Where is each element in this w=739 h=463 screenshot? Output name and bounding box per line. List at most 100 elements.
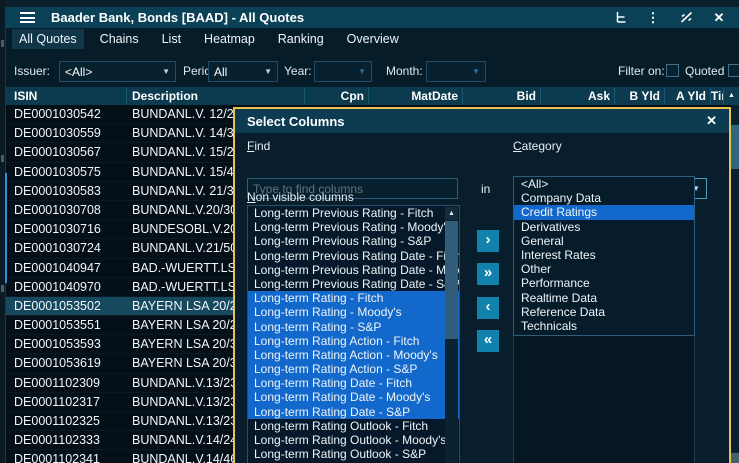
tab-bar: All Quotes Chains List Heatmap Ranking Overvi… xyxy=(6,28,739,50)
list-scrollbar[interactable]: ▲ xyxy=(445,207,458,463)
table-scrollbar[interactable] xyxy=(731,105,739,463)
column-option[interactable]: Long-term Rating Date - S&P xyxy=(248,405,459,419)
column-option[interactable]: Long-term Previous Rating Date - S&P xyxy=(248,277,459,291)
kebab-menu-icon[interactable]: ⋮ xyxy=(645,10,661,26)
unlink-icon[interactable] xyxy=(678,10,694,26)
column-option[interactable]: Long-term Previous Rating - Moody's xyxy=(248,220,459,234)
category-option-company-data[interactable]: Company Data xyxy=(514,191,694,205)
tab-overview[interactable]: Overview xyxy=(340,29,406,49)
column-option[interactable]: Long-term Rating - S&P xyxy=(248,320,459,334)
category-option-realtime-data[interactable]: Realtime Data xyxy=(514,291,694,305)
isin-cell: DE0001053593 xyxy=(14,335,126,354)
isin-cell: DE0001040970 xyxy=(14,278,126,297)
chevron-down-icon: ▼ xyxy=(162,67,170,76)
year-label: Year: xyxy=(284,64,312,78)
scroll-up-icon[interactable]: ▲ xyxy=(723,87,739,105)
dialog-close-icon[interactable]: ✕ xyxy=(706,113,717,129)
column-option[interactable]: Long-term Rating Outlook - Moody's xyxy=(248,433,459,447)
column-option[interactable]: Long-term Rating - Fitch xyxy=(248,291,459,305)
category-option-general[interactable]: General xyxy=(514,234,694,248)
column-option[interactable]: Long-term Rating Date - Moody's xyxy=(248,390,459,404)
background-fragment xyxy=(1,285,4,292)
isin-cell: DE0001030567 xyxy=(14,143,126,162)
table-header: ISIN DescriptionCpnMatDateBidAskB YldA Yl… xyxy=(6,87,739,105)
column-option[interactable]: Long-term Rating Date - Fitch xyxy=(248,376,459,390)
category-option-technicals[interactable]: Technicals xyxy=(514,319,694,333)
isin-cell: DE0001102341 xyxy=(14,450,126,463)
move-right-button[interactable]: › xyxy=(477,230,499,252)
isin-cell: DE0001102333 xyxy=(14,431,126,450)
isin-cell: DE0001102325 xyxy=(14,412,126,431)
category-option-all[interactable]: <All> xyxy=(514,177,694,191)
category-option-credit-ratings[interactable]: Credit Ratings xyxy=(514,205,694,219)
chevron-down-icon: ▼ xyxy=(264,67,272,76)
screen: Baader Bank, Bonds [BAAD] - All Quotes ⋮… xyxy=(0,0,739,463)
isin-cell: DE0001030542 xyxy=(14,105,126,124)
focus-indicator-line xyxy=(5,173,7,283)
list-scrollbar-thumb[interactable] xyxy=(445,221,458,339)
month-dropdown[interactable]: ▼ xyxy=(426,61,486,82)
issuer-label: Issuer: xyxy=(14,64,50,78)
column-option[interactable]: Long-term Previous Rating Date - Moody's xyxy=(248,263,459,277)
column-option[interactable]: Long-term Rating Action - Moody's xyxy=(248,348,459,362)
column-option[interactable]: Long-term Rating Outlook - Fitch xyxy=(248,419,459,433)
tab-chains[interactable]: Chains xyxy=(93,29,146,49)
non-visible-columns-list: Long-term Previous Rating - FitchLong-te… xyxy=(247,205,460,463)
filter-on-label: Filter on: xyxy=(618,64,665,78)
category-option-reference-data[interactable]: Reference Data xyxy=(514,305,694,319)
close-icon[interactable]: ✕ xyxy=(711,10,727,26)
tree-layout-icon[interactable] xyxy=(612,10,628,26)
column-option[interactable]: Long-term Rating Action - Fitch xyxy=(248,334,459,348)
column-header-description[interactable]: Description xyxy=(132,87,305,105)
column-header-b-yld[interactable]: B Yld xyxy=(612,87,665,105)
menu-icon[interactable] xyxy=(20,12,35,23)
column-option[interactable]: Long-term Previous Rating - S&P xyxy=(248,234,459,248)
category-option-performance[interactable]: Performance xyxy=(514,276,694,290)
isin-cell: DE0001102317 xyxy=(14,393,126,412)
column-option[interactable]: Long-term Previous Rating Date - Fitch xyxy=(248,249,459,263)
tab-list[interactable]: List xyxy=(155,29,188,49)
column-header-a-yld[interactable]: A Yld xyxy=(662,87,711,105)
column-header-cpn[interactable]: Cpn xyxy=(306,87,369,105)
visible-columns-list[interactable] xyxy=(513,335,695,463)
column-header-isin[interactable]: ISIN xyxy=(14,87,127,105)
category-label: Category xyxy=(513,139,562,153)
year-dropdown[interactable]: ▼ xyxy=(314,61,372,82)
quoted-checkbox[interactable] xyxy=(728,64,739,77)
dialog-titlebar[interactable]: Select Columns ✕ xyxy=(235,109,729,133)
quoted-label: Quoted xyxy=(685,64,724,78)
tab-ranking[interactable]: Ranking xyxy=(271,29,331,49)
dialog-body: Find in Category Credit Ratings ▼ Non vi… xyxy=(235,133,729,463)
column-option[interactable]: Long-term Rating Action - S&P xyxy=(248,362,459,376)
background-fragment xyxy=(1,40,4,47)
issuer-value: <All> xyxy=(65,65,92,79)
isin-cell: DE0001040947 xyxy=(14,259,126,278)
column-header-ask[interactable]: Ask xyxy=(538,87,615,105)
column-option[interactable]: Long-term Previous Rating - Fitch xyxy=(248,206,459,220)
move-left-button[interactable]: ‹ xyxy=(477,297,499,319)
filter-bar: Issuer: <All> ▼ Period: All ▼ Year: ▼ Mo… xyxy=(6,50,739,87)
column-option[interactable]: Long-term Rating Outlook - S&P xyxy=(248,447,459,461)
in-label: in xyxy=(481,182,490,196)
move-all-right-button[interactable]: » xyxy=(477,263,499,285)
scroll-up-icon[interactable]: ▲ xyxy=(445,207,458,220)
isin-cell: DE0001053551 xyxy=(14,316,126,335)
column-option[interactable]: Long-term Rating - Moody's xyxy=(248,305,459,319)
move-all-left-button[interactable]: « xyxy=(477,330,499,352)
chevron-down-icon: ▼ xyxy=(358,67,366,76)
column-header-matdate[interactable]: MatDate xyxy=(370,87,463,105)
category-option-other[interactable]: Other xyxy=(514,262,694,276)
tab-heatmap[interactable]: Heatmap xyxy=(197,29,262,49)
category-option-derivatives[interactable]: Derivatives xyxy=(514,220,694,234)
table-scrollbar-thumb[interactable] xyxy=(731,125,739,169)
table-scrollbar-bottom[interactable] xyxy=(731,453,739,463)
window-titlebar[interactable]: Baader Bank, Bonds [BAAD] - All Quotes ⋮… xyxy=(6,7,739,28)
isin-cell: DE0001030583 xyxy=(14,182,126,201)
filter-on-checkbox[interactable] xyxy=(666,64,679,77)
period-dropdown[interactable]: All ▼ xyxy=(208,61,278,82)
column-header-bid[interactable]: Bid xyxy=(464,87,541,105)
category-option-interest-rates[interactable]: Interest Rates xyxy=(514,248,694,262)
issuer-dropdown[interactable]: <All> ▼ xyxy=(59,61,176,82)
tab-all-quotes[interactable]: All Quotes xyxy=(12,29,84,49)
isin-cell: DE0001030724 xyxy=(14,239,126,258)
